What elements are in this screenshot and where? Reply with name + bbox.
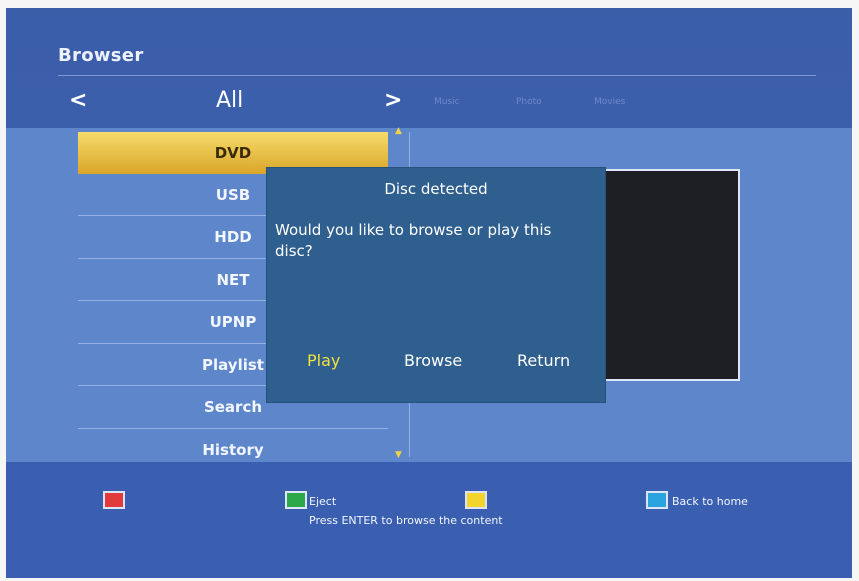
enter-hint: Press ENTER to browse the content <box>309 514 503 527</box>
page-title: Browser <box>58 45 144 66</box>
menu-item-label: Search <box>203 398 263 416</box>
disc-detected-dialog: Disc detected Would you like to browse o… <box>267 168 605 402</box>
menu-item-label: NET <box>216 270 250 289</box>
browse-button[interactable]: Browse <box>404 351 462 370</box>
current-category: All <box>216 88 244 113</box>
dialog-title: Disc detected <box>384 180 488 198</box>
menu-item-label: DVD <box>214 144 252 162</box>
header-bar <box>6 8 852 128</box>
nav-next-arrow[interactable]: > <box>384 88 402 113</box>
menu-item-label: UPNP <box>209 313 257 331</box>
menu-item-label: HDD <box>214 228 252 246</box>
nav-prev-arrow[interactable]: < <box>69 88 87 113</box>
red-key-icon[interactable] <box>103 491 125 509</box>
title-divider <box>58 75 816 76</box>
tab-music[interactable]: Music <box>434 97 460 107</box>
green-key-icon[interactable] <box>285 491 307 509</box>
return-button[interactable]: Return <box>517 351 570 370</box>
menu-item-label: USB <box>215 185 251 204</box>
menu-item-label: Playlist <box>202 355 264 374</box>
tv-screen: Browser < All > Music Photo Movies ▲ ▼ D… <box>6 8 852 578</box>
preview-thumbnail <box>602 169 740 381</box>
blue-key-icon[interactable] <box>646 491 668 509</box>
scroll-down-icon[interactable]: ▼ <box>395 450 402 460</box>
eject-label: Eject <box>309 495 337 508</box>
tab-movies[interactable]: Movies <box>594 97 625 107</box>
menu-item-label: History <box>202 440 264 459</box>
tab-photo[interactable]: Photo <box>516 97 542 107</box>
dialog-message: Would you like to browse or play this di… <box>275 221 552 260</box>
back-to-home-label: Back to home <box>672 495 748 508</box>
play-button[interactable]: Play <box>307 351 340 370</box>
yellow-key-icon[interactable] <box>465 491 487 509</box>
scroll-up-icon[interactable]: ▲ <box>395 126 402 136</box>
